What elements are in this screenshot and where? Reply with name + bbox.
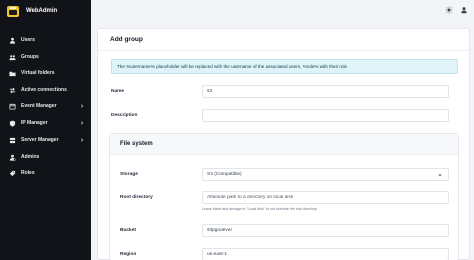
filesystem-section: File system Storage S3 (Compatible) Root… xyxy=(109,133,459,260)
sidebar-item-label: Roles xyxy=(21,170,35,176)
root-directory-input[interactable] xyxy=(202,191,449,204)
info-notice: The %username% placeholder will be repla… xyxy=(111,59,458,74)
sidebar-item-server-manager[interactable]: Server Manager xyxy=(0,133,91,147)
groups-icon xyxy=(9,54,16,61)
chevron-right-icon xyxy=(80,104,84,108)
divider xyxy=(98,50,469,51)
logo-icon xyxy=(7,5,19,17)
sidebar-item-groups[interactable]: Groups xyxy=(0,50,91,64)
bucket-input[interactable] xyxy=(202,224,449,237)
chevron-down-icon xyxy=(438,173,442,177)
sidebar-item-label: Admins xyxy=(21,154,40,160)
sidebar-item-users[interactable]: Users xyxy=(0,33,91,47)
page-title: Add group xyxy=(110,36,143,43)
sidebar: WebAdmin Users Groups Virtual folders Ac… xyxy=(0,0,91,260)
server-icon xyxy=(9,137,16,144)
sidebar-item-event-manager[interactable]: Event Manager xyxy=(0,99,91,113)
sidebar-item-label: Users xyxy=(21,37,35,43)
sidebar-item-label: Virtual folders xyxy=(21,70,55,76)
top-header xyxy=(91,0,474,20)
calendar-icon xyxy=(9,103,16,110)
roles-icon xyxy=(9,170,16,177)
sidebar-item-label: Event Manager xyxy=(21,103,57,109)
sidebar-item-virtual-folders[interactable]: Virtual folders xyxy=(0,66,91,80)
name-input[interactable] xyxy=(202,85,449,98)
chevron-right-icon xyxy=(80,121,84,125)
storage-select[interactable]: S3 (Compatible) xyxy=(202,168,449,181)
user-icon[interactable] xyxy=(460,6,468,14)
sidebar-item-active-connections[interactable]: Active connections xyxy=(0,83,91,97)
description-input[interactable] xyxy=(202,109,449,122)
add-group-card: Add group The %username% placeholder wil… xyxy=(97,28,470,260)
notice-text: The %username% placeholder will be repla… xyxy=(117,64,348,69)
region-input[interactable] xyxy=(202,248,449,260)
filesystem-header: File system xyxy=(110,134,458,155)
description-label: Description xyxy=(111,113,138,118)
sidebar-item-admins[interactable]: Admins xyxy=(0,150,91,164)
bucket-label: Bucket xyxy=(120,228,136,233)
sidebar-item-ip-manager[interactable]: IP Manager xyxy=(0,116,91,130)
sidebar-item-label: Active connections xyxy=(21,87,67,93)
sidebar-item-label: Server Manager xyxy=(21,137,59,143)
root-directory-label: Root directory xyxy=(120,195,153,200)
exchange-icon xyxy=(9,87,16,94)
name-label: Name xyxy=(111,89,125,94)
sidebar-item-roles[interactable]: Roles xyxy=(0,166,91,180)
admin-icon xyxy=(9,154,16,161)
sun-icon[interactable] xyxy=(445,6,453,14)
sidebar-item-label: Groups xyxy=(21,54,39,60)
root-directory-hint: Leave blank and storage to "Local disk" … xyxy=(202,207,318,211)
sidebar-item-label: IP Manager xyxy=(21,120,48,126)
users-icon xyxy=(9,37,16,44)
chevron-right-icon xyxy=(80,138,84,142)
shield-icon xyxy=(9,120,16,127)
region-label: Region xyxy=(120,252,137,257)
filesystem-title: File system xyxy=(120,141,153,147)
storage-label: Storage xyxy=(120,172,138,177)
folder-icon xyxy=(9,70,16,77)
storage-selected-value: S3 (Compatible) xyxy=(207,172,242,177)
brand-name: WebAdmin xyxy=(26,8,58,14)
brand[interactable]: WebAdmin xyxy=(7,4,57,18)
